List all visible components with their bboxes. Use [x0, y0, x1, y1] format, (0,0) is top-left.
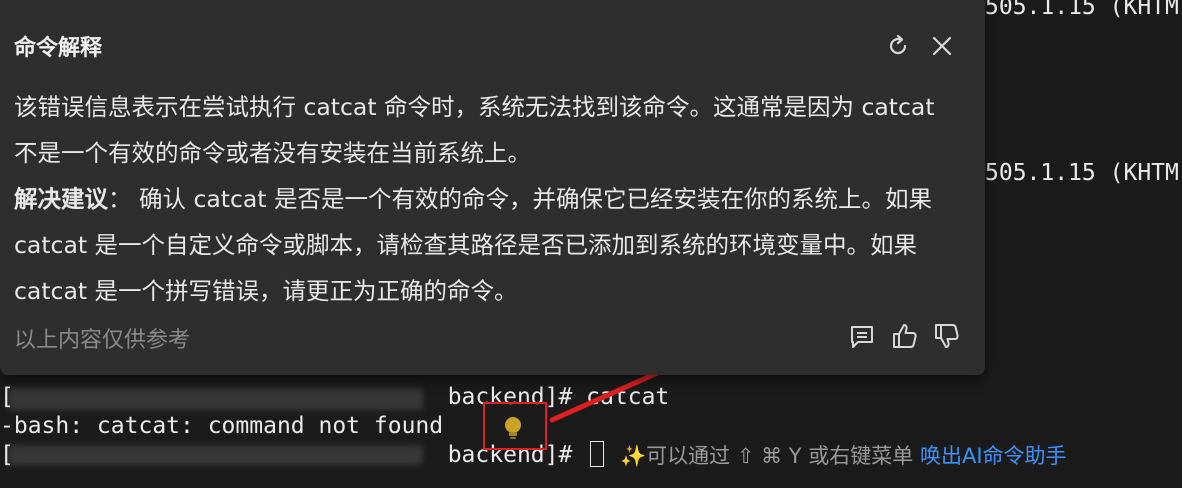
terminal-fragment: 505.1.15 (KHTM: [985, 160, 1179, 186]
disclaimer: 以上内容仅供参考: [14, 328, 191, 353]
thumbs-up-icon[interactable]: [891, 322, 919, 350]
popup-title: 命令解释: [14, 36, 103, 61]
terminal-fragment: 505.1.15 (KHTM: [985, 0, 1179, 20]
lightbulb-icon[interactable]: [500, 414, 526, 442]
suggestion-text: 确认 catcat 是否是一个有效的命令，并确保它已经安装在你的系统上。如果 c…: [14, 185, 932, 305]
refresh-icon[interactable]: [885, 33, 911, 59]
terminal-cursor: [590, 441, 604, 467]
ai-hint: ✨可以通过 ⇧ ⌘ Y 或右键菜单 唤出AI命令助手: [620, 444, 1067, 468]
ai-assistant-link[interactable]: 唤出AI命令助手: [920, 444, 1067, 468]
feedback-icon[interactable]: [848, 324, 876, 350]
explanation-paragraph: 该错误信息表示在尝试执行 catcat 命令时，系统无法找到该命令。这通常是因为…: [14, 93, 935, 167]
command-explanation-popup: 命令解释 该错误信息表示在尝试执行 catcat 命令时，系统无法找到该命令。这…: [0, 0, 985, 375]
suggestion-label: 解决建议: [14, 185, 108, 213]
explanation-text: 该错误信息表示在尝试执行 catcat 命令时，系统无法找到该命令。这通常是因为…: [14, 84, 964, 314]
thumbs-down-icon[interactable]: [933, 322, 961, 350]
close-icon[interactable]: [929, 33, 955, 59]
suggestion-separator: ：: [108, 185, 132, 213]
terminal-error-line: -bash: catcat: command not found: [0, 413, 444, 439]
suggestion-paragraph: 解决建议： 确认 catcat 是否是一个有效的命令，并确保它已经安装在你的系统…: [14, 176, 964, 314]
